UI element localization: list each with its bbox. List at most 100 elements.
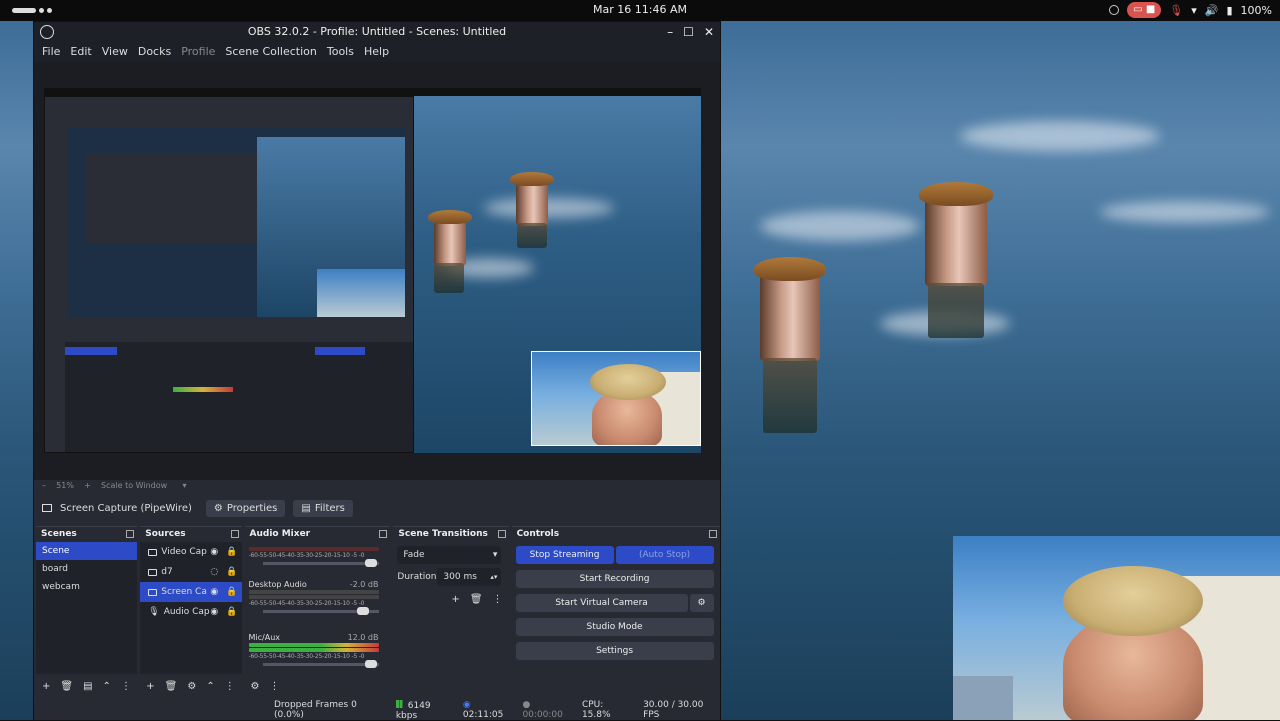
chevron-up-icon[interactable]: ⌃: [206, 681, 214, 692]
close-icon[interactable]: ✕: [704, 22, 714, 42]
start-recording-button[interactable]: Start Recording: [515, 570, 714, 588]
system-tray[interactable]: ▭ ■ 🎙 ▾ 🔊 ▮ 100%: [1109, 2, 1272, 18]
zoom-out-button[interactable]: –: [42, 481, 46, 490]
maximize-icon[interactable]: ☐: [683, 22, 694, 42]
lock-icon[interactable]: 🔒: [226, 562, 237, 582]
scene-item[interactable]: webcam: [36, 578, 137, 596]
eye-icon[interactable]: ◉: [210, 582, 218, 602]
more-icon[interactable]: ⋮: [493, 594, 503, 605]
stop-streaming-button[interactable]: Stop Streaming: [515, 546, 614, 564]
trash-icon[interactable]: 🗑: [165, 681, 178, 692]
controls-title: Controls: [516, 529, 560, 539]
source-item[interactable]: Video Cap ◉ 🔒: [140, 542, 241, 562]
undock-icon[interactable]: [379, 530, 388, 538]
eye-icon[interactable]: ◉: [210, 542, 218, 562]
gear-icon[interactable]: ⚙: [187, 681, 196, 692]
obs-tray-icon[interactable]: [1109, 5, 1120, 15]
channel-db: -2.0 dB: [349, 580, 379, 589]
settings-button[interactable]: Settings: [515, 642, 714, 660]
volume-slider[interactable]: [262, 607, 379, 615]
duration-label: Duration: [397, 572, 437, 582]
cpu-usage: CPU: 15.8%: [581, 700, 611, 720]
add-transition-icon[interactable]: +: [451, 594, 459, 605]
transitions-title: Scene Transitions: [398, 529, 488, 539]
channel-db: 12.0 dB: [347, 633, 379, 642]
scene-item[interactable]: Scene: [36, 542, 138, 560]
menu-view[interactable]: View: [98, 42, 134, 62]
undock-icon[interactable]: [497, 530, 506, 538]
camera-icon: [148, 568, 158, 576]
battery-icon: ▮: [1226, 3, 1233, 17]
source-item[interactable]: d7 ◌ 🔒: [140, 562, 241, 582]
more-icon[interactable]: ⋮: [121, 681, 131, 692]
volume-slider[interactable]: [262, 660, 379, 668]
nested-obs-preview: [44, 96, 414, 453]
scene-transitions-dock: Scene Transitions Fade ▾ Duration 300 ms ▴…: [393, 526, 509, 696]
menu-profile[interactable]: Profile: [177, 42, 221, 62]
virtual-camera-settings-button[interactable]: ⚙: [689, 594, 714, 612]
undock-icon[interactable]: [126, 530, 135, 538]
add-icon[interactable]: +: [42, 681, 50, 692]
trash-icon[interactable]: 🗑: [60, 681, 73, 692]
source-item[interactable]: Screen Ca ◉ 🔒: [140, 582, 242, 602]
sources-list: Video Cap ◉ 🔒 d7 ◌ 🔒 Screen Ca ◉ 🔒 🎙 Audio Cap ◉…: [140, 542, 242, 674]
trash-icon[interactable]: 🗑: [470, 594, 483, 605]
start-virtual-camera-button[interactable]: Start Virtual Camera: [515, 594, 688, 612]
signal-icon: [395, 699, 405, 708]
stepper-icon[interactable]: ▴▾: [490, 568, 497, 586]
microphone-icon: 🎙: [148, 607, 160, 617]
eye-icon[interactable]: ◉: [210, 602, 218, 622]
scale-mode[interactable]: Scale to Window: [101, 481, 167, 490]
advanced-audio-icon[interactable]: ⚙: [251, 681, 260, 692]
lock-icon[interactable]: 🔒: [226, 582, 237, 602]
source-item[interactable]: 🎙 Audio Cap ◉ 🔒: [140, 602, 241, 622]
preview-area[interactable]: [34, 62, 720, 480]
menu-tools[interactable]: Tools: [323, 42, 360, 62]
scene-item[interactable]: board: [36, 560, 137, 578]
screen-recording-indicator[interactable]: ▭ ■: [1127, 2, 1162, 18]
volume-slider[interactable]: [262, 559, 379, 567]
transition-select[interactable]: Fade ▾: [397, 546, 502, 564]
meter-scale: -60-55-50-45-40-35-30-25-20-15-10 -5 -0: [248, 600, 365, 607]
lock-icon[interactable]: 🔒: [226, 602, 237, 622]
source-toolbar: Screen Capture (PipeWire) ⚙ Properties ▤ F…: [34, 496, 720, 520]
window-title: OBS 32.0.2 - Profile: Untitled - Scenes:…: [247, 25, 507, 38]
audio-mixer-title: Audio Mixer: [249, 529, 311, 539]
mixer-channel: Desktop Audio -2.0 dB -60-55-50-45-40-35-…: [248, 580, 379, 615]
auto-stop-button[interactable]: (Auto Stop): [615, 546, 714, 564]
scenes-list: Scene board webcam: [36, 542, 138, 674]
undock-icon[interactable]: [230, 530, 239, 538]
mixer-channel: Mic/Aux 12.0 dB -60-55-50-45-40-35-30-25-…: [248, 633, 379, 668]
chevron-down-icon[interactable]: ▾: [182, 481, 186, 490]
title-bar: OBS 32.0.2 - Profile: Untitled - Scenes:…: [34, 22, 720, 42]
properties-button[interactable]: ⚙ Properties: [205, 499, 286, 517]
lock-icon[interactable]: 🔒: [226, 542, 237, 562]
undock-icon[interactable]: [709, 530, 718, 538]
battery-percent: 100%: [1240, 3, 1272, 17]
volume-icon: 🔊: [1204, 3, 1219, 17]
meter-scale: -60-55-50-45-40-35-30-25-20-15-10 -5 -0: [248, 552, 365, 559]
more-icon[interactable]: ⋮: [269, 681, 279, 692]
gear-icon: ⚙: [213, 502, 223, 514]
filters-button[interactable]: ▤ Filters: [293, 499, 353, 517]
zoom-in-button[interactable]: +: [84, 481, 91, 490]
chevron-up-icon[interactable]: ⌃: [103, 681, 111, 692]
wifi-icon: ▾: [1191, 3, 1197, 17]
more-icon[interactable]: ⋮: [225, 681, 235, 692]
menu-edit[interactable]: Edit: [66, 42, 97, 62]
menu-file[interactable]: File: [38, 42, 66, 62]
add-icon[interactable]: +: [146, 681, 154, 692]
preview-canvas[interactable]: [44, 88, 701, 453]
menu-docks[interactable]: Docks: [134, 42, 177, 62]
system-clock[interactable]: Mar 16 11:46 AM: [0, 3, 1280, 16]
chevron-down-icon: ▾: [492, 550, 498, 560]
minimize-icon[interactable]: –: [667, 22, 673, 42]
studio-mode-button[interactable]: Studio Mode: [515, 618, 714, 636]
menu-scene-collection[interactable]: Scene Collection: [221, 42, 322, 62]
eye-hidden-icon[interactable]: ◌: [210, 562, 218, 582]
filter-icon[interactable]: ▤: [83, 681, 92, 692]
dropped-frames: Dropped Frames 0 (0.0%): [274, 700, 357, 720]
filter-icon: ▤: [301, 502, 311, 514]
menu-help[interactable]: Help: [360, 42, 395, 62]
duration-input[interactable]: 300 ms ▴▾: [437, 568, 502, 586]
